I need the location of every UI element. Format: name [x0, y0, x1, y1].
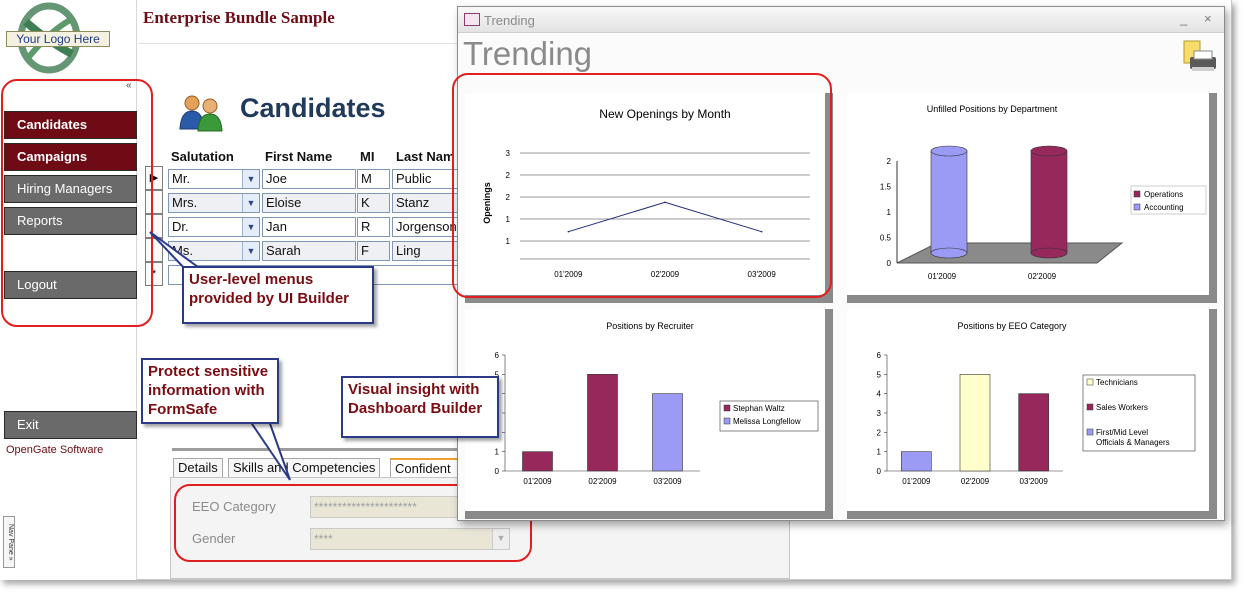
print-icon[interactable]	[1180, 39, 1220, 77]
legend-label: Operations	[1144, 190, 1183, 199]
x-tick-label: 03'2009	[653, 477, 682, 486]
bar	[522, 451, 553, 472]
bar	[959, 374, 991, 472]
y-tick-label: 2	[877, 428, 882, 437]
menus-callout-pointer	[149, 231, 206, 271]
legend-swatch	[1086, 428, 1094, 436]
bar	[652, 393, 683, 472]
y-tick-label: 0.5	[880, 234, 892, 243]
legend-label: Sales Workers	[1096, 403, 1148, 412]
form-window-icon	[464, 13, 480, 26]
chart-title: Unfilled Positions by Department	[927, 104, 1058, 114]
legend-label: First/Mid Level	[1096, 428, 1148, 437]
x-tick-label: 01'2009	[928, 272, 957, 281]
dashboard-callout: Visual insight with Dashboard Builder	[341, 376, 499, 438]
x-tick-label: 01'2009	[523, 477, 552, 486]
chart-panel-departments: Unfilled Positions by Department 0 0.5 1 1.…	[847, 93, 1217, 303]
chart-eeo: Positions by EEO Category 0 1 2 3 4 5 6 01'2009…	[877, 321, 1196, 486]
bar-bottom	[1030, 247, 1068, 259]
y-tick-label: 1.5	[880, 183, 892, 192]
legend-label: Stephan Waltz	[733, 404, 785, 413]
bar	[1030, 150, 1068, 254]
y-tick-label: 0	[495, 467, 500, 476]
chart-departments: Unfilled Positions by Department 0 0.5 1 1.…	[880, 104, 1207, 281]
y-tick-label: 6	[495, 351, 500, 360]
y-tick-label: 5	[877, 370, 882, 379]
bar	[930, 150, 968, 254]
x-tick-label: 02'2009	[588, 477, 617, 486]
x-tick-label: 03'2009	[1020, 477, 1049, 486]
y-tick-label: 1	[877, 448, 882, 457]
trending-window-title: Trending	[484, 13, 535, 28]
bar	[901, 451, 932, 472]
bar-top	[1030, 145, 1068, 157]
y-tick-label: 1	[495, 448, 500, 457]
y-tick-label: 2	[887, 157, 892, 166]
y-tick-label: 1	[887, 208, 892, 217]
legend-label: Officials & Managers	[1096, 438, 1170, 447]
x-tick-label: 02'2009	[1028, 272, 1057, 281]
chart-title: Positions by Recruiter	[606, 321, 694, 331]
legend-swatch	[723, 404, 731, 412]
chart-panel-eeo: Positions by EEO Category 0 1 2 3 4 5 6 01'2009…	[847, 309, 1217, 519]
dashboard-highlight	[452, 73, 832, 298]
minimize-icon[interactable]: _	[1180, 11, 1187, 26]
y-tick-label: 3	[877, 409, 882, 418]
y-tick-label: 6	[877, 351, 882, 360]
y-tick-label: 0	[887, 259, 892, 268]
bar	[587, 374, 618, 472]
trending-heading: Trending	[463, 35, 593, 72]
y-tick-label: 4	[877, 390, 882, 399]
legend-label: Technicians	[1096, 378, 1138, 387]
legend-swatch	[1133, 203, 1141, 211]
y-tick-label: 0	[877, 467, 882, 476]
bar-top	[930, 145, 968, 157]
legend-label: Accounting	[1144, 203, 1184, 212]
close-icon[interactable]: ×	[1204, 11, 1212, 26]
x-tick-label: 01'2009	[902, 477, 931, 486]
menus-callout: User-level menus provided by UI Builder	[182, 266, 374, 324]
chart-panel-recruiter: Positions by Recruiter 012345601'200902'…	[465, 309, 833, 519]
legend-swatch	[1086, 378, 1094, 386]
formsafe-callout: Protect sensitive information with FormS…	[141, 358, 279, 424]
legend-label: Melissa Longfellow	[733, 417, 801, 426]
x-tick-label: 02'2009	[961, 477, 990, 486]
bar	[1018, 393, 1049, 472]
legend-swatch	[1086, 403, 1094, 411]
bar-bottom	[930, 247, 968, 259]
legend-swatch	[723, 417, 731, 425]
chart-title: Positions by EEO Category	[957, 321, 1067, 331]
trending-titlebar[interactable]: Trending _ ×	[458, 7, 1224, 33]
formsafe-callout-pointer	[246, 417, 291, 481]
chart-recruiter: Positions by Recruiter 012345601'200902'…	[495, 321, 819, 486]
legend-swatch	[1133, 190, 1141, 198]
